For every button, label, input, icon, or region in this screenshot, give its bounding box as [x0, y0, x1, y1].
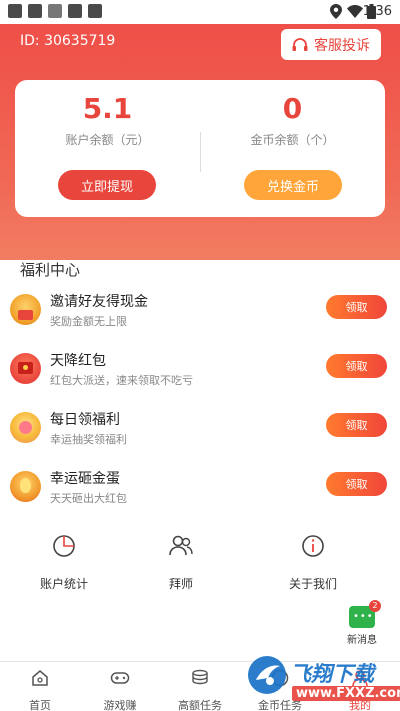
home-icon	[32, 670, 48, 686]
welfare-item-title: 邀请好友得现金	[50, 294, 148, 310]
shortcut-about-us[interactable]: 关于我们	[273, 533, 353, 592]
wifi-icon	[347, 5, 363, 18]
invite-gift-icon	[10, 294, 41, 325]
watermark-url: www.FXXZ.com	[292, 686, 400, 701]
section-title: 福利中心	[20, 261, 81, 279]
notification-icon	[28, 4, 42, 18]
welfare-item-subtitle: 奖励金额无上限	[50, 315, 127, 328]
notification-icon	[88, 4, 102, 18]
claim-button[interactable]: 领取	[326, 472, 387, 496]
welfare-item-invite[interactable]: 邀请好友得现金 奖励金额无上限 领取	[0, 291, 400, 345]
account-balance: 5.1 账户余额（元）	[15, 92, 200, 148]
info-icon	[302, 535, 324, 557]
welfare-item-subtitle: 红包大派送，速来领取不吃亏	[50, 374, 193, 387]
user-id: ID: 30635719	[20, 33, 116, 49]
welfare-item-golden-egg[interactable]: 幸运砸金蛋 天天砸出大红包 领取	[0, 468, 400, 522]
welfare-item-red-packet[interactable]: 天降红包 红包大派送，速来领取不吃亏 领取	[0, 350, 400, 404]
claim-button[interactable]: 领取	[326, 413, 387, 437]
claim-button[interactable]: 领取	[326, 295, 387, 319]
shortcut-label: 账户统计	[39, 577, 88, 591]
claim-button[interactable]: 领取	[326, 354, 387, 378]
shortcut-mentor[interactable]: 拜师	[141, 533, 221, 592]
clock: 1:36	[362, 4, 392, 19]
location-icon	[330, 4, 342, 19]
pie-chart-icon	[53, 535, 75, 557]
watermark-logo-icon	[248, 656, 286, 694]
new-message-label: 新消息	[347, 635, 377, 646]
new-message-button[interactable]: ••• 2 新消息	[342, 600, 382, 646]
coin-balance-label: 金币余额（个）	[250, 133, 335, 147]
customer-service-label: 客服投诉	[314, 37, 370, 54]
coin-balance-value: 0	[282, 92, 303, 125]
golden-egg-icon	[10, 471, 41, 502]
welfare-item-subtitle: 天天砸出大红包	[50, 492, 127, 505]
customer-service-button[interactable]: 客服投诉	[281, 29, 381, 60]
daily-gift-icon	[10, 412, 41, 443]
chat-bubble-icon: ••• 2	[349, 600, 381, 628]
shortcut-label: 拜师	[168, 577, 193, 591]
shield-icon	[48, 4, 62, 18]
welfare-item-title: 每日领福利	[50, 412, 120, 428]
shortcut-label: 关于我们	[288, 577, 337, 591]
tab-game-earn[interactable]: 游戏赚	[80, 668, 160, 711]
red-packet-icon	[10, 353, 41, 384]
notification-icon	[8, 4, 22, 18]
tab-label: 高额任务	[178, 699, 222, 711]
balance-card: 5.1 账户余额（元） 0 金币余额（个） 立即提现 兑换金币	[15, 80, 385, 217]
message-badge: 2	[369, 600, 381, 612]
coin-balance: 0 金币余额（个）	[200, 92, 385, 148]
tab-high-tasks[interactable]: 高额任务	[160, 668, 240, 711]
watermark-text: 飞翔下载	[290, 662, 374, 686]
watermark: 飞翔下载 www.FXXZ.com	[244, 652, 400, 711]
coins-stack-icon	[192, 669, 208, 685]
welfare-item-title: 幸运砸金蛋	[50, 471, 120, 487]
account-header: ID: 30635719 客服投诉 5.1 账户余额（元） 0 金币余额（个） …	[0, 24, 400, 260]
notification-icon	[68, 4, 82, 18]
gamepad-icon	[110, 672, 130, 684]
tab-home[interactable]: 首页	[0, 668, 80, 711]
welfare-item-subtitle: 幸运抽奖领福利	[50, 433, 127, 446]
account-balance-value: 5.1	[82, 92, 133, 125]
withdraw-button[interactable]: 立即提现	[58, 170, 156, 200]
tab-label: 首页	[29, 699, 51, 711]
headset-icon	[292, 37, 308, 51]
welfare-item-title: 天降红包	[50, 353, 106, 369]
account-balance-label: 账户余额（元）	[65, 133, 150, 147]
welfare-item-daily[interactable]: 每日领福利 幸运抽奖领福利 领取	[0, 409, 400, 463]
tab-label: 游戏赚	[103, 699, 137, 711]
shortcut-account-stats[interactable]: 账户统计	[24, 533, 104, 592]
exchange-coins-button[interactable]: 兑换金币	[244, 170, 342, 200]
people-icon	[169, 535, 193, 556]
status-bar: 1:36	[0, 0, 400, 24]
